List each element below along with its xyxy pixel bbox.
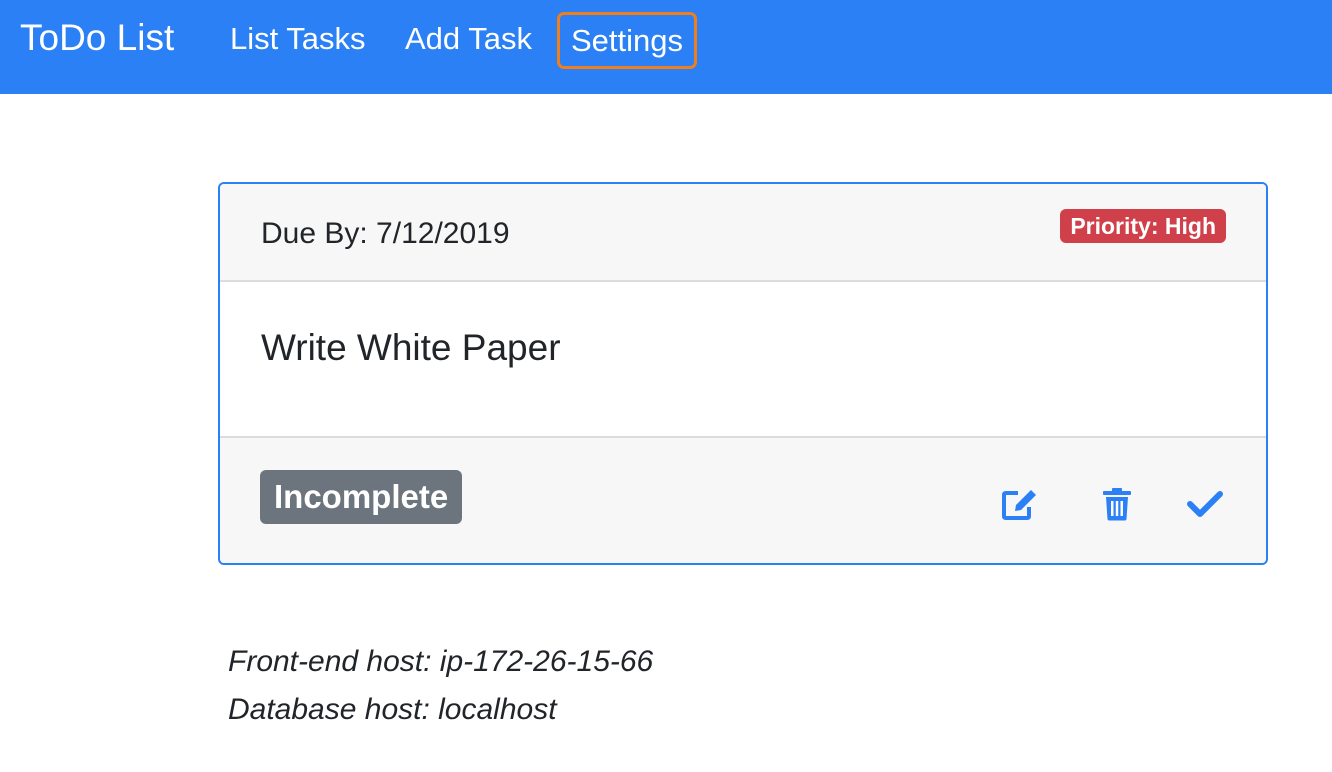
nav-add-task[interactable]: Add Task xyxy=(405,20,532,58)
navbar: ToDo List List Tasks Add Task Settings xyxy=(0,0,1332,94)
trash-icon xyxy=(1103,488,1131,521)
task-title: Write White Paper xyxy=(261,327,561,368)
database-host: Database host: localhost xyxy=(228,693,557,726)
task-card-header: Due By: 7/12/2019 Priority: High xyxy=(220,184,1266,282)
edit-button[interactable] xyxy=(1000,484,1040,524)
due-date: Due By: 7/12/2019 xyxy=(261,217,510,250)
brand-link[interactable]: ToDo List xyxy=(20,16,174,60)
priority-badge: Priority: High xyxy=(1060,209,1226,243)
status-badge: Incomplete xyxy=(260,470,463,524)
task-card: Due By: 7/12/2019 Priority: High Write W… xyxy=(218,182,1268,565)
delete-button[interactable] xyxy=(1097,484,1137,524)
nav-list-tasks[interactable]: List Tasks xyxy=(230,20,366,58)
task-card-body: Write White Paper xyxy=(220,282,1266,436)
edit-icon xyxy=(1002,490,1036,520)
frontend-host: Front-end host: ip-172-26-15-66 xyxy=(228,645,654,678)
nav-settings[interactable]: Settings xyxy=(557,12,698,69)
check-icon xyxy=(1187,491,1223,517)
task-card-footer: Incomplete xyxy=(220,436,1266,563)
complete-button[interactable] xyxy=(1185,484,1225,524)
